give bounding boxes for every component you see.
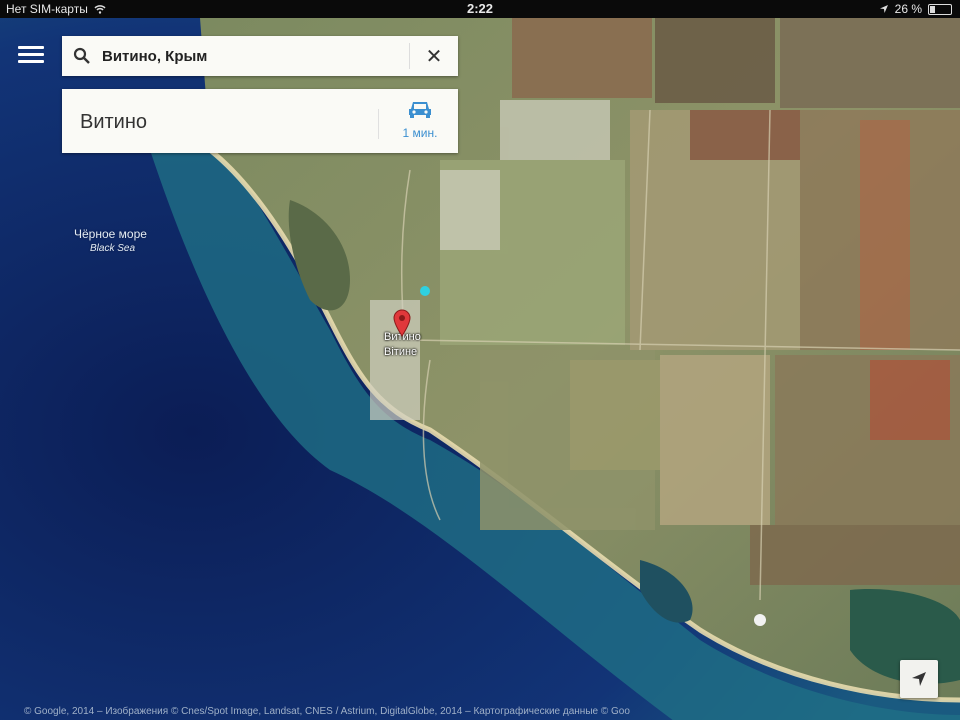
- location-arrow-icon: [879, 5, 888, 13]
- card-divider: [378, 109, 379, 139]
- maps-screen: Нет SIM-карты 2:22 26 % Витино, Крым ✕ В…: [0, 0, 960, 720]
- place-title: Витино: [80, 111, 148, 133]
- search-input[interactable]: Витино, Крым: [102, 48, 409, 65]
- status-time: 2:22: [466, 1, 494, 16]
- town-label-ua: Вітине: [384, 346, 418, 358]
- map-pin-icon[interactable]: [393, 309, 411, 337]
- menu-icon: [18, 46, 44, 49]
- search-box[interactable]: Витино, Крым ✕: [62, 36, 458, 76]
- battery-level: [930, 5, 935, 13]
- sea-label-en: Black Sea: [90, 243, 136, 254]
- battery-percent: 26 %: [894, 2, 922, 16]
- my-location-button[interactable]: [900, 660, 938, 698]
- menu-button[interactable]: [18, 42, 44, 66]
- route-button[interactable]: 1 мин.: [392, 99, 448, 147]
- map-attribution: © Google, 2014 – Изображения © Cnes/Spot…: [24, 706, 630, 717]
- battery-icon: [928, 3, 952, 15]
- close-icon[interactable]: ✕: [410, 36, 458, 76]
- search-icon: [62, 36, 102, 76]
- result-card[interactable]: Витино 1 мин.: [62, 89, 458, 153]
- route-time: 1 мин.: [402, 126, 438, 140]
- navigation-arrow-icon: [912, 672, 926, 686]
- car-icon: [409, 102, 431, 118]
- status-bar: Нет SIM-карты 2:22 26 %: [0, 0, 960, 18]
- sea-label-ru: Чёрное море: [74, 227, 147, 241]
